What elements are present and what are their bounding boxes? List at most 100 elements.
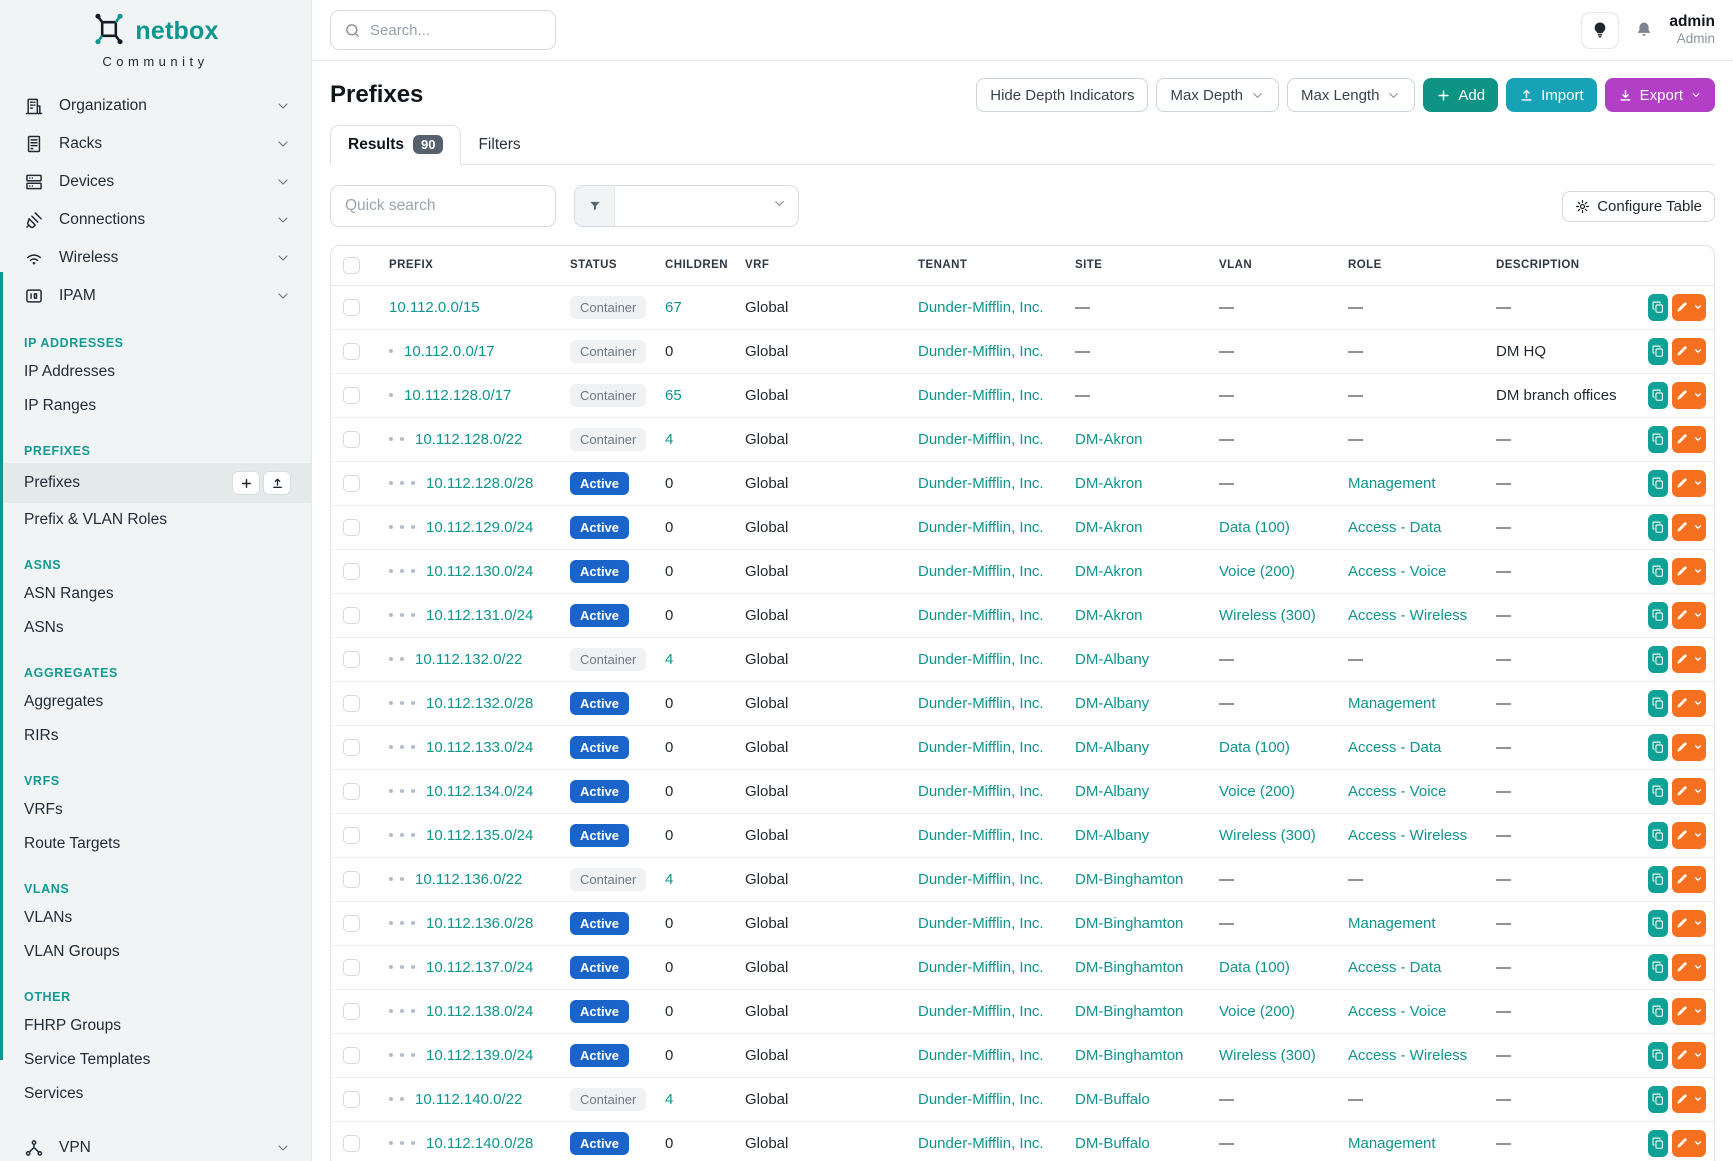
quick-search-input[interactable] bbox=[345, 197, 541, 215]
copy-button[interactable] bbox=[1648, 690, 1668, 717]
copy-button[interactable] bbox=[1648, 1042, 1668, 1069]
tenant-link[interactable]: Dunder-Mifflin, Inc. bbox=[918, 475, 1044, 492]
copy-button[interactable] bbox=[1648, 646, 1668, 673]
row-checkbox[interactable] bbox=[343, 1003, 360, 1020]
sidebar-item-service-templates[interactable]: Service Templates bbox=[0, 1043, 311, 1077]
prefix-link[interactable]: 10.112.140.0/22 bbox=[415, 1091, 522, 1108]
sidebar-item-route-targets[interactable]: Route Targets bbox=[0, 827, 311, 861]
edit-button[interactable] bbox=[1672, 734, 1706, 761]
site-value[interactable]: DM-Binghamton bbox=[1075, 1047, 1183, 1064]
sidebar-item-vlan-groups[interactable]: VLAN Groups bbox=[0, 935, 311, 969]
netbox-logo[interactable]: netbox bbox=[0, 12, 311, 51]
hide-depth-indicators-button[interactable]: Hide Depth Indicators bbox=[976, 78, 1148, 112]
site-value[interactable]: DM-Akron bbox=[1075, 563, 1143, 580]
site-value[interactable]: DM-Akron bbox=[1075, 431, 1143, 448]
prefix-link[interactable]: 10.112.136.0/28 bbox=[426, 915, 533, 932]
import-button[interactable]: Import bbox=[1506, 78, 1597, 112]
tenant-link[interactable]: Dunder-Mifflin, Inc. bbox=[918, 651, 1044, 668]
site-value[interactable]: DM-Binghamton bbox=[1075, 871, 1183, 888]
tab-results[interactable]: Results 90 bbox=[330, 125, 461, 165]
copy-button[interactable] bbox=[1648, 778, 1668, 805]
prefix-link[interactable]: 10.112.139.0/24 bbox=[426, 1047, 533, 1064]
max-depth-dropdown[interactable]: Max Depth bbox=[1156, 78, 1279, 112]
column-header-tenant[interactable]: TENANT bbox=[906, 246, 1063, 285]
select-all-checkbox[interactable] bbox=[343, 257, 360, 274]
copy-button[interactable] bbox=[1648, 426, 1668, 453]
role-value[interactable]: Management bbox=[1348, 475, 1436, 492]
sidebar-item-wireless[interactable]: Wireless bbox=[0, 239, 311, 277]
edit-button[interactable] bbox=[1672, 778, 1706, 805]
tenant-link[interactable]: Dunder-Mifflin, Inc. bbox=[918, 739, 1044, 756]
column-header-role[interactable]: ROLE bbox=[1336, 246, 1484, 285]
quick-add-button[interactable] bbox=[232, 471, 260, 495]
configure-table-button[interactable]: Configure Table bbox=[1562, 191, 1715, 222]
row-checkbox[interactable] bbox=[343, 299, 360, 316]
sidebar-item-prefix-vlan-roles[interactable]: Prefix & VLAN Roles bbox=[0, 503, 311, 537]
row-checkbox[interactable] bbox=[343, 695, 360, 712]
site-value[interactable]: DM-Binghamton bbox=[1075, 915, 1183, 932]
prefix-link[interactable]: 10.112.134.0/24 bbox=[426, 783, 533, 800]
site-value[interactable]: DM-Buffalo bbox=[1075, 1135, 1150, 1152]
row-checkbox[interactable] bbox=[343, 387, 360, 404]
edit-button[interactable] bbox=[1672, 338, 1706, 365]
edit-button[interactable] bbox=[1672, 426, 1706, 453]
site-value[interactable]: DM-Albany bbox=[1075, 783, 1149, 800]
row-checkbox[interactable] bbox=[343, 519, 360, 536]
sidebar-item-connections[interactable]: Connections bbox=[0, 201, 311, 239]
edit-button[interactable] bbox=[1672, 470, 1706, 497]
column-header-vrf[interactable]: VRF bbox=[733, 246, 906, 285]
edit-button[interactable] bbox=[1672, 910, 1706, 937]
tenant-link[interactable]: Dunder-Mifflin, Inc. bbox=[918, 783, 1044, 800]
prefix-link[interactable]: 10.112.0.0/17 bbox=[404, 343, 495, 360]
prefix-link[interactable]: 10.112.132.0/22 bbox=[415, 651, 522, 668]
children-count[interactable]: 65 bbox=[665, 387, 682, 404]
row-checkbox[interactable] bbox=[343, 915, 360, 932]
tenant-link[interactable]: Dunder-Mifflin, Inc. bbox=[918, 827, 1044, 844]
role-value[interactable]: Access - Voice bbox=[1348, 1003, 1446, 1020]
role-value[interactable]: Access - Wireless bbox=[1348, 607, 1467, 624]
sidebar-item-ip-addresses[interactable]: IP Addresses bbox=[0, 355, 311, 389]
copy-button[interactable] bbox=[1648, 822, 1668, 849]
prefix-link[interactable]: 10.112.137.0/24 bbox=[426, 959, 533, 976]
tenant-link[interactable]: Dunder-Mifflin, Inc. bbox=[918, 1135, 1044, 1152]
tenant-link[interactable]: Dunder-Mifflin, Inc. bbox=[918, 959, 1044, 976]
vlan-value[interactable]: Wireless (300) bbox=[1219, 607, 1316, 624]
copy-button[interactable] bbox=[1648, 910, 1668, 937]
sidebar-item-vrfs[interactable]: VRFs bbox=[0, 793, 311, 827]
row-checkbox[interactable] bbox=[343, 651, 360, 668]
row-checkbox[interactable] bbox=[343, 1091, 360, 1108]
edit-button[interactable] bbox=[1672, 866, 1706, 893]
edit-button[interactable] bbox=[1672, 998, 1706, 1025]
copy-button[interactable] bbox=[1648, 998, 1668, 1025]
role-value[interactable]: Access - Wireless bbox=[1348, 827, 1467, 844]
vlan-value[interactable]: Wireless (300) bbox=[1219, 1047, 1316, 1064]
vlan-value[interactable]: Data (100) bbox=[1219, 959, 1290, 976]
prefix-link[interactable]: 10.112.131.0/24 bbox=[426, 607, 533, 624]
copy-button[interactable] bbox=[1648, 954, 1668, 981]
prefix-link[interactable]: 10.112.129.0/24 bbox=[426, 519, 533, 536]
role-value[interactable]: Management bbox=[1348, 915, 1436, 932]
children-count[interactable]: 67 bbox=[665, 299, 682, 316]
row-checkbox[interactable] bbox=[343, 431, 360, 448]
copy-button[interactable] bbox=[1648, 1086, 1668, 1113]
site-value[interactable]: DM-Binghamton bbox=[1075, 1003, 1183, 1020]
tenant-link[interactable]: Dunder-Mifflin, Inc. bbox=[918, 1003, 1044, 1020]
edit-button[interactable] bbox=[1672, 382, 1706, 409]
row-checkbox[interactable] bbox=[343, 871, 360, 888]
column-header-children[interactable]: CHILDREN bbox=[653, 246, 733, 285]
prefix-link[interactable]: 10.112.0.0/15 bbox=[389, 299, 480, 316]
role-value[interactable]: Access - Voice bbox=[1348, 563, 1446, 580]
sidebar-item-ip-ranges[interactable]: IP Ranges bbox=[0, 389, 311, 423]
site-value[interactable]: DM-Buffalo bbox=[1075, 1091, 1150, 1108]
edit-button[interactable] bbox=[1672, 1130, 1706, 1157]
copy-button[interactable] bbox=[1648, 1130, 1668, 1157]
tenant-link[interactable]: Dunder-Mifflin, Inc. bbox=[918, 343, 1044, 360]
row-checkbox[interactable] bbox=[343, 1047, 360, 1064]
column-header-status[interactable]: STATUS bbox=[558, 246, 653, 285]
prefix-link[interactable]: 10.112.130.0/24 bbox=[426, 563, 533, 580]
row-checkbox[interactable] bbox=[343, 475, 360, 492]
sidebar-item-vpn[interactable]: VPN bbox=[0, 1129, 311, 1161]
prefix-link[interactable]: 10.112.132.0/28 bbox=[426, 695, 533, 712]
copy-button[interactable] bbox=[1648, 294, 1668, 321]
sidebar-item-asn-ranges[interactable]: ASN Ranges bbox=[0, 577, 311, 611]
